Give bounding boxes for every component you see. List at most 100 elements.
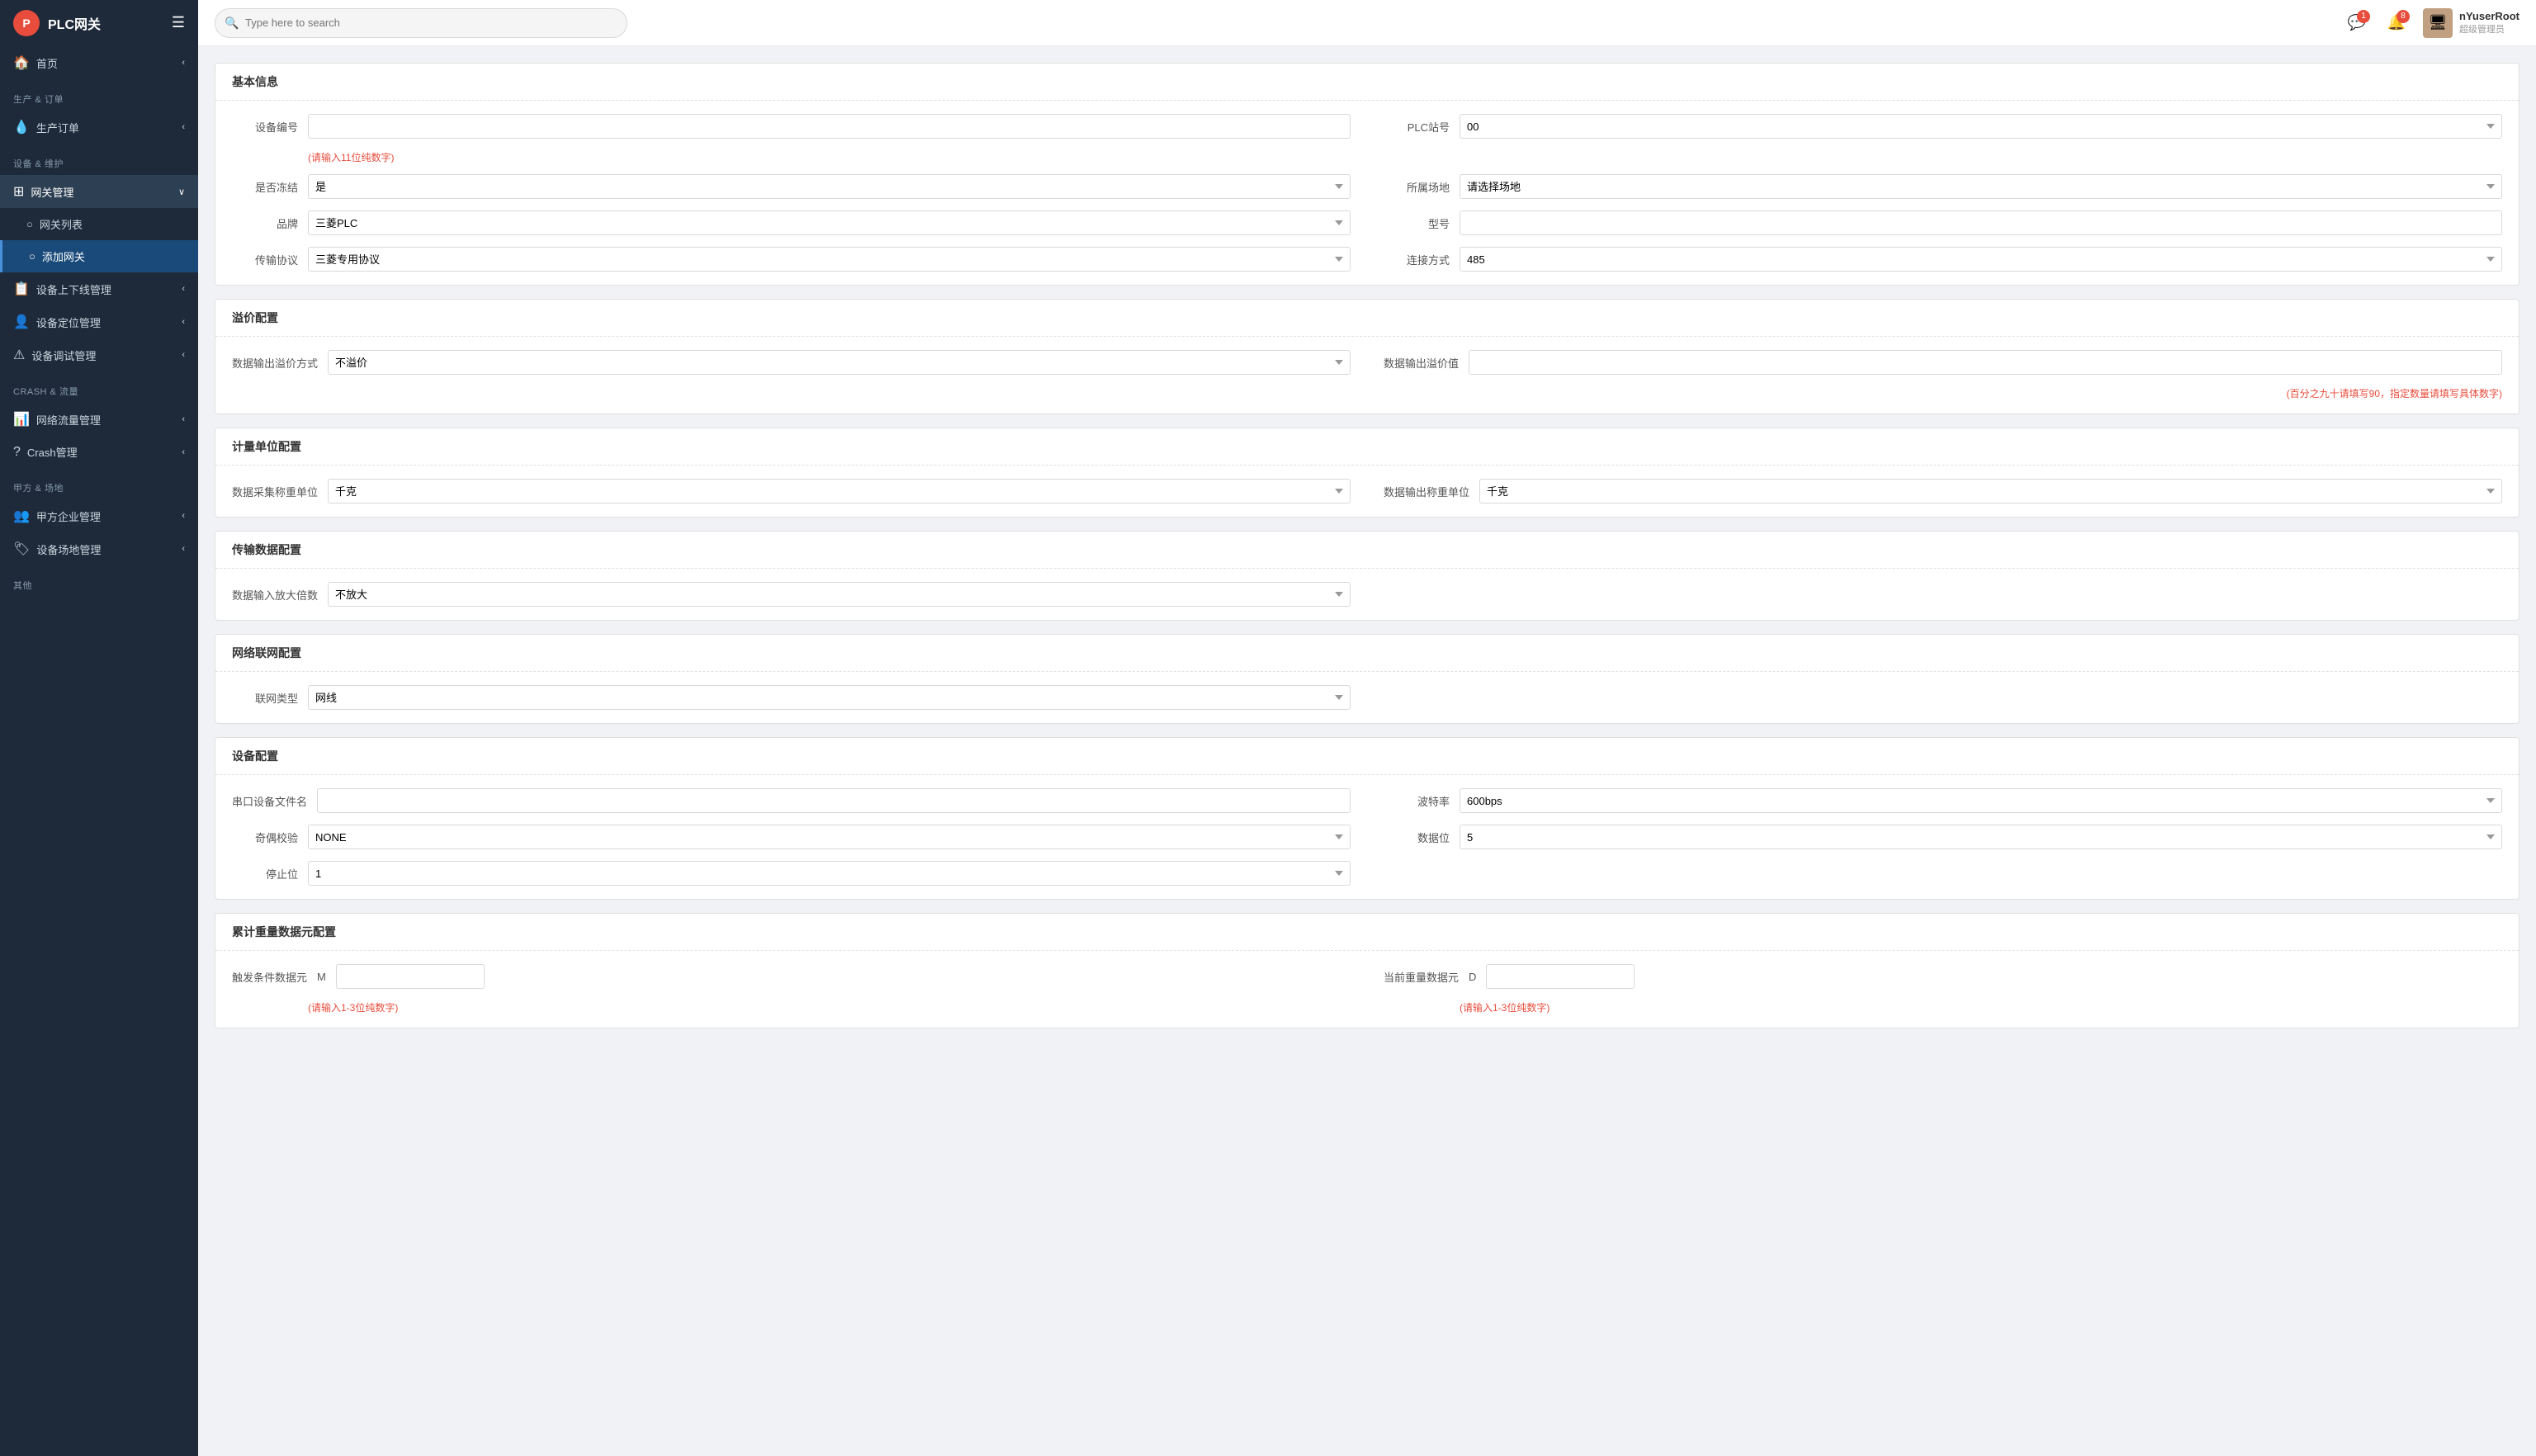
select-output-unit[interactable]: 千克克吨 [1479,479,2502,503]
sidebar-item-site-mgmt[interactable]: 🏷 设备场地管理 ‹ [0,532,198,565]
form-row-device-plc: 设备编号 PLC站号 000102 [232,114,2502,139]
label-site: 所属场地 [1384,179,1450,195]
label-protocol: 传输协议 [232,252,298,267]
search-wrap: 🔍 [215,8,627,38]
select-network-type[interactable]: 网线4GWiFi [308,685,1351,710]
select-site[interactable]: 请选择场地 [1460,174,2502,199]
sidebar-label-gateway-mgmt: 网关管理 [31,184,73,200]
sidebar-item-client-mgmt[interactable]: 👥 甲方企业管理 ‹ [0,499,198,532]
label-overflow-method: 数据输出溢价方式 [232,355,318,371]
form-group-parity: 奇偶校验 NONEODDEVEN [232,825,1351,849]
input-model[interactable] [1460,210,2502,235]
circle-icon: ○ [26,218,33,230]
input-overflow-value[interactable] [1469,350,2502,375]
logo-icon: P [13,10,40,36]
form-row-cumulative-hints: (请输入1-3位纯数字) (请输入1-3位纯数字) [232,1000,2502,1014]
select-amplify[interactable]: 不放大10倍100倍 [328,582,1351,607]
sidebar-label-site-mgmt: 设备场地管理 [36,541,101,557]
sidebar-item-network-flow[interactable]: 📊 网络流量管理 ‹ [0,403,198,436]
select-input-unit[interactable]: 千克克吨 [328,479,1351,503]
section-device-config: 设备配置 串口设备文件名 波特率 600bps1200bps9600bps [215,737,2519,900]
select-stop-bits[interactable]: 12 [308,861,1351,886]
select-conn[interactable]: 485232网络 [1460,247,2502,272]
form-group-conn: 连接方式 485232网络 [1384,247,2502,272]
label-serial-file: 串口设备文件名 [232,793,307,809]
sidebar-item-home[interactable]: 🏠 首页 ‹ [0,46,198,79]
select-plc-station[interactable]: 000102 [1460,114,2502,139]
chevron-down-icon: ∨ [178,187,185,197]
sidebar-item-production-order[interactable]: 💧 生产订单 ‹ [0,111,198,144]
select-overflow-method[interactable]: 不溢价百分比指定数量 [328,350,1351,375]
input-weight-elem[interactable] [1486,964,1635,989]
sidebar-item-gateway-mgmt[interactable]: ⊞ 网关管理 ∨ [0,175,198,208]
select-baud[interactable]: 600bps1200bps9600bps [1460,788,2502,813]
form-group-output-unit: 数据输出称重单位 千克克吨 [1384,479,2502,503]
search-input[interactable] [215,8,627,38]
select-parity[interactable]: NONEODDEVEN [308,825,1351,849]
sidebar-label-add-gateway: 添加网关 [42,248,85,264]
sidebar-label-device-online: 设备上下线管理 [36,281,111,297]
sidebar-item-crash[interactable]: ? Crash管理 ‹ [0,436,198,468]
input-device-num[interactable] [308,114,1351,139]
sidebar-section-other: 其他 [0,565,198,597]
chevron-icon-site: ‹ [182,544,185,554]
chevron-icon-flow: ‹ [182,414,185,424]
label-freeze: 是否冻结 [232,179,298,195]
sidebar-section-production: 生产 & 订单 [0,79,198,111]
sidebar-label-crash: Crash管理 [27,444,78,460]
section-header-transfer: 传输数据配置 [215,532,2519,569]
sidebar-item-device-location[interactable]: 👤 设备定位管理 ‹ [0,305,198,338]
section-body-device: 串口设备文件名 波特率 600bps1200bps9600bps 奇偶校验 [215,775,2519,899]
form-row-freeze-site: 是否冻结 是否 所属场地 请选择场地 [232,174,2502,199]
select-brand[interactable]: 三菱PLC西门子PLC [308,210,1351,235]
select-freeze[interactable]: 是否 [308,174,1351,199]
form-row-cumulative: 触发条件数据元 M 当前重量数据元 D [232,964,2502,989]
chart-icon: 📊 [13,411,30,428]
form-row-brand-model: 品牌 三菱PLC西门子PLC 型号 [232,210,2502,235]
form-group-plc-station: PLC站号 000102 [1384,114,2502,139]
sidebar-label-network-flow: 网络流量管理 [36,412,101,428]
device-icon: 📋 [13,281,30,297]
warning-icon: ⚠ [13,347,25,363]
droplet-icon: 💧 [13,119,30,135]
alerts-button[interactable]: 🔔 8 [2383,10,2410,36]
section-header-network: 网络联网配置 [215,635,2519,672]
form-row-network: 联网类型 网线4GWiFi [232,685,2502,710]
sidebar-item-device-debug[interactable]: ⚠ 设备调试管理 ‹ [0,338,198,371]
section-body-unit: 数据采集称重单位 千克克吨 数据输出称重单位 千克克吨 [215,466,2519,517]
main-layout: 🏠 首页 ‹ 生产 & 订单 💧 生产订单 ‹ 设备 & 维护 ⊞ 网关管理 ∨… [0,46,2536,1456]
sidebar-label-device-location: 设备定位管理 [36,314,101,330]
form-row-transfer: 数据输入放大倍数 不放大10倍100倍 [232,582,2502,607]
menu-toggle-button[interactable]: ☰ [172,14,185,31]
input-trigger[interactable] [336,964,485,989]
label-network-type: 联网类型 [232,690,298,706]
label-brand: 品牌 [232,215,298,231]
sidebar-section-client: 甲方 & 场地 [0,468,198,499]
sidebar-item-add-gateway[interactable]: ○ 添加网关 [0,240,198,272]
users-icon: 👥 [13,508,30,524]
section-header-basic: 基本信息 [215,64,2519,101]
select-data-bits[interactable]: 5678 [1460,825,2502,849]
question-icon: ? [13,445,21,460]
logo-area: P PLC网关 ☰ [0,0,198,46]
label-trigger: 触发条件数据元 [232,969,307,985]
select-protocol[interactable]: 三菱专用协议 [308,247,1351,272]
avatar: 🖥 [2423,8,2453,38]
section-body-network: 联网类型 网线4GWiFi [215,672,2519,723]
user-role: 超级管理员 [2459,24,2519,35]
chevron-icon-crash: ‹ [182,447,185,457]
label-output-unit: 数据输出称重单位 [1384,484,1469,499]
sidebar-item-gateway-list[interactable]: ○ 网关列表 [0,208,198,240]
input-serial-file[interactable] [317,788,1351,813]
section-header-cumulative: 累计重量数据元配置 [215,914,2519,951]
sidebar: 🏠 首页 ‹ 生产 & 订单 💧 生产订单 ‹ 设备 & 维护 ⊞ 网关管理 ∨… [0,46,198,1456]
label-model: 型号 [1384,215,1450,231]
form-group-data-bits: 数据位 5678 [1384,825,2502,849]
sidebar-item-device-online[interactable]: 📋 设备上下线管理 ‹ [0,272,198,305]
section-transfer-config: 传输数据配置 数据输入放大倍数 不放大10倍100倍 [215,531,2519,621]
form-group-baud: 波特率 600bps1200bps9600bps [1384,788,2502,813]
form-group-network-type: 联网类型 网线4GWiFi [232,685,1351,710]
form-group-model: 型号 [1384,210,2502,235]
messages-button[interactable]: 💬 1 [2344,10,2370,36]
user-area[interactable]: 🖥 nYuserRoot 超级管理员 [2423,8,2519,38]
